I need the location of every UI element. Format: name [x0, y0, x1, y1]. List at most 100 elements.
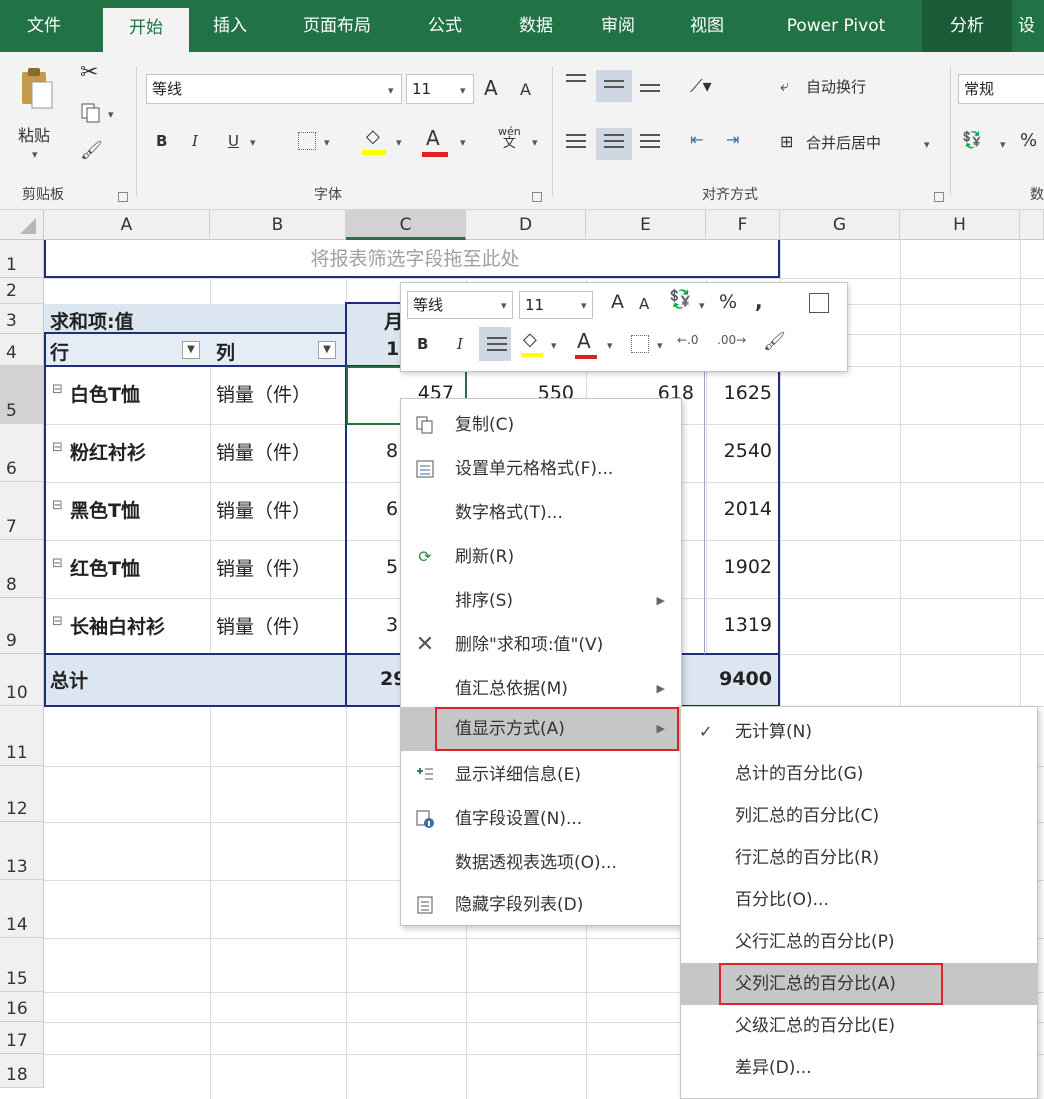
fill-color-icon[interactable]: ◇ [366, 126, 380, 147]
mini-accounting-icon[interactable]: 💱 [669, 289, 691, 310]
submenu-item-percent-of-parent[interactable]: 父级汇总的百分比(E) [681, 1005, 1037, 1047]
mini-bold-button[interactable]: B [417, 335, 428, 353]
menu-item-hide-field-list[interactable]: 隐藏字段列表(D) [401, 883, 681, 927]
pivot-values-header[interactable]: 求和项:值 [50, 307, 134, 334]
mini-grow-font-button[interactable]: A [611, 291, 624, 313]
row-header-5[interactable]: 5 [0, 366, 44, 424]
decrease-indent-icon[interactable]: ⇤ [690, 130, 703, 149]
tab-formulas[interactable]: 公式 [410, 0, 480, 52]
accounting-dropdown-icon[interactable]: ▾ [1000, 138, 1006, 151]
collapse-icon[interactable]: ⊟ [52, 440, 63, 455]
row-header-9[interactable]: 9 [0, 598, 44, 654]
row-label-longsleeve-shirt[interactable]: 长袖白衬衫 [70, 612, 165, 639]
column-header-f[interactable]: F [706, 210, 780, 240]
copy-dropdown-icon[interactable]: ▾ [108, 108, 114, 121]
underline-button[interactable]: U [228, 132, 239, 150]
submenu-item-percent-of-row-total[interactable]: 行汇总的百分比(R) [681, 837, 1037, 879]
collapse-icon[interactable]: ⊟ [52, 614, 63, 629]
italic-button[interactable]: I [192, 132, 198, 150]
row-total-cell[interactable]: 2014 [706, 498, 772, 520]
menu-item-sort[interactable]: 排序(S) ▶ [401, 579, 681, 623]
align-left-icon[interactable] [566, 134, 586, 150]
tab-view[interactable]: 视图 [672, 0, 742, 52]
tab-home[interactable]: 开始 [103, 8, 189, 52]
col-filter-dropdown-icon[interactable]: ▼ [318, 341, 336, 359]
column-header-e[interactable]: E [586, 210, 706, 240]
submenu-item-percent-of-column-total[interactable]: 列汇总的百分比(C) [681, 795, 1037, 837]
row-header-14[interactable]: 14 [0, 880, 44, 938]
paste-icon[interactable] [18, 66, 54, 114]
select-all-corner[interactable] [0, 210, 44, 240]
submenu-item-no-calculation[interactable]: ✓ 无计算(N) [681, 711, 1037, 753]
mini-decrease-decimal-icon[interactable]: .00→ [717, 333, 746, 347]
menu-item-number-format[interactable]: 数字格式(T)... [401, 491, 681, 535]
grow-font-button[interactable]: A [484, 76, 498, 100]
align-center-icon[interactable] [604, 134, 624, 150]
phonetic-guide-button[interactable]: wén 文 [498, 126, 521, 151]
font-color-button[interactable]: A [426, 126, 440, 150]
shrink-font-button[interactable]: A [520, 80, 531, 99]
column-header-h[interactable]: H [900, 210, 1020, 240]
increase-indent-icon[interactable]: ⇥ [726, 130, 739, 149]
value-cell[interactable]: 6 [386, 498, 398, 520]
submenu-item-percent-of-grand-total[interactable]: 总计的百分比(G) [681, 753, 1037, 795]
measure-label[interactable]: 销量（件） [216, 438, 311, 465]
mini-font-name-combo[interactable]: 等线 [407, 291, 513, 319]
row-header-12[interactable]: 12 [0, 766, 44, 822]
merge-center-dropdown-icon[interactable]: ▾ [924, 138, 930, 151]
merge-center-button[interactable]: 合并后居中 [806, 132, 881, 153]
mini-font-color-button[interactable]: A [577, 329, 591, 353]
measure-label[interactable]: 销量（件） [216, 554, 311, 581]
mini-italic-button[interactable]: I [457, 335, 463, 353]
align-bottom-icon[interactable] [640, 84, 660, 100]
copy-icon[interactable] [80, 102, 102, 124]
row-header-7[interactable]: 7 [0, 482, 44, 540]
mini-comma-button[interactable]: , [755, 289, 763, 313]
font-launcher-icon[interactable] [532, 192, 542, 202]
row-header-15[interactable]: 15 [0, 938, 44, 992]
row-total-cell[interactable]: 1625 [706, 382, 772, 404]
pivot-row-header[interactable]: 行 [50, 338, 69, 365]
column-header-b[interactable]: B [210, 210, 346, 240]
row-filter-dropdown-icon[interactable]: ▼ [182, 341, 200, 359]
mini-fill-color-icon[interactable]: ◇ [523, 329, 537, 350]
column-header-c[interactable]: C [346, 210, 466, 240]
value-cell[interactable]: 8 [386, 440, 398, 462]
row-label-pink-shirt[interactable]: 粉红衬衫 [70, 438, 146, 465]
grand-total-label[interactable]: 总计 [50, 666, 88, 693]
mini-merge-icon[interactable] [809, 293, 829, 313]
mini-percent-button[interactable]: % [719, 291, 737, 313]
mini-fill-dropdown-icon[interactable]: ▾ [551, 339, 557, 352]
mini-accounting-dropdown-icon[interactable]: ▾ [699, 299, 705, 312]
pivot-col-header[interactable]: 列 [216, 338, 235, 365]
align-top-icon[interactable] [566, 74, 586, 90]
menu-item-refresh[interactable]: ⟳ 刷新(R) [401, 535, 681, 579]
submenu-item-percent-of-parent-row[interactable]: 父行汇总的百分比(P) [681, 921, 1037, 963]
measure-label[interactable]: 销量（件） [216, 380, 311, 407]
tab-insert[interactable]: 插入 [200, 0, 260, 52]
font-name-combo[interactable]: 等线 [146, 74, 402, 104]
row-header-6[interactable]: 6 [0, 424, 44, 482]
menu-item-summarize-by[interactable]: 值汇总依据(M) ▶ [401, 667, 681, 711]
collapse-icon[interactable]: ⊟ [52, 382, 63, 397]
border-dropdown-icon[interactable]: ▾ [324, 136, 330, 149]
tab-file[interactable]: 文件 [14, 0, 74, 52]
mini-border-icon[interactable] [631, 335, 649, 353]
column-header-d[interactable]: D [466, 210, 586, 240]
row-header-1[interactable]: 1 [0, 240, 44, 278]
column-header-g[interactable]: G [780, 210, 900, 240]
collapse-icon[interactable]: ⊟ [52, 498, 63, 513]
tab-page-layout[interactable]: 页面布局 [282, 0, 392, 52]
accounting-format-icon[interactable]: 💱 [962, 130, 982, 149]
tab-power-pivot[interactable]: Power Pivot [766, 0, 906, 52]
row-header-11[interactable]: 11 [0, 706, 44, 766]
number-format-combo[interactable]: 常规 [958, 74, 1044, 104]
wrap-text-button[interactable]: 自动换行 [806, 76, 866, 97]
pivot-month-sub-header[interactable]: 1 [386, 338, 399, 360]
row-label-black-tshirt[interactable]: 黑色T恤 [70, 496, 140, 523]
mini-border-dropdown-icon[interactable]: ▾ [657, 339, 663, 352]
row-header-8[interactable]: 8 [0, 540, 44, 598]
tab-analyze[interactable]: 分析 [922, 0, 1012, 52]
grand-total-value[interactable]: 9400 [706, 668, 772, 690]
align-right-icon[interactable] [640, 134, 660, 150]
